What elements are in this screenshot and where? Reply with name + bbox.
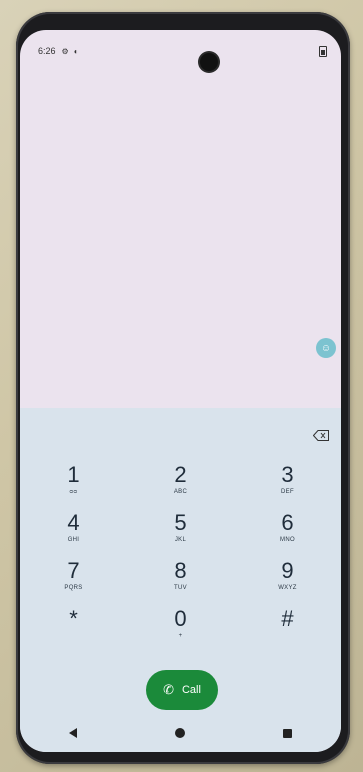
key-digit: 1 <box>67 462 80 487</box>
dialpad-key-6[interactable]: 6 MNO <box>234 511 341 551</box>
key-digit: 0 <box>174 606 187 631</box>
recents-icon[interactable] <box>283 728 292 738</box>
dialpad-key-8[interactable]: 8 TUV <box>127 559 234 599</box>
home-icon[interactable] <box>175 728 185 738</box>
dialpad-key-3[interactable]: 3 DEF <box>234 463 341 503</box>
key-digit: # <box>281 606 294 631</box>
navigation-bar <box>20 714 341 752</box>
key-letters: JKL <box>174 537 187 543</box>
dialpad-key-0[interactable]: 0 + <box>127 607 234 647</box>
dialpad-key-9[interactable]: 9 WXYZ <box>234 559 341 599</box>
key-letters: MNO <box>280 537 295 543</box>
screen: 6:26 ⚙ ◐ ☺ 1 ᴑᴑ 2 ABC 3 DEF 4 GHI 5 JKL … <box>20 30 341 752</box>
dialpad-grid: 1 ᴑᴑ 2 ABC 3 DEF 4 GHI 5 JKL 6 MNO 7 PQR… <box>20 463 341 647</box>
phone-icon: ✆ <box>163 682 174 697</box>
settings-icon: ⚙ <box>61 46 69 56</box>
key-letters: + <box>178 633 183 639</box>
front-camera <box>200 53 218 71</box>
dialer-content-area: ☺ <box>20 60 341 408</box>
dialpad-key-star[interactable]: * <box>20 607 127 647</box>
call-button[interactable]: ✆ Call <box>146 670 218 710</box>
key-letters: ABC <box>173 489 188 495</box>
key-letters: DEF <box>281 489 294 495</box>
key-letters: GHI <box>67 537 80 543</box>
call-label: Call <box>181 684 201 696</box>
notification-icon: ◐ <box>73 46 79 56</box>
voicemail-icon: ᴑᴑ <box>69 489 78 495</box>
battery-icon <box>319 45 327 57</box>
dialpad-key-5[interactable]: 5 JKL <box>127 511 234 551</box>
key-digit: 4 <box>67 510 80 535</box>
bubble-icon[interactable]: ☺ <box>316 338 336 358</box>
back-icon[interactable] <box>69 728 77 738</box>
key-letters: TUV <box>174 585 187 591</box>
dialpad-key-hash[interactable]: # <box>234 607 341 647</box>
dialpad-key-1[interactable]: 1 ᴑᴑ <box>20 463 127 503</box>
dialpad: 1 ᴑᴑ 2 ABC 3 DEF 4 GHI 5 JKL 6 MNO 7 PQR… <box>20 408 341 752</box>
key-digit: 9 <box>281 558 294 583</box>
dialpad-key-2[interactable]: 2 ABC <box>127 463 234 503</box>
key-digit: 5 <box>174 510 187 535</box>
backspace-icon[interactable] <box>313 430 329 441</box>
key-letters: WXYZ <box>278 585 297 591</box>
key-digit: 6 <box>281 510 294 535</box>
key-digit: 8 <box>174 558 187 583</box>
status-bar: 6:26 ⚙ ◐ <box>38 44 327 58</box>
dialpad-key-4[interactable]: 4 GHI <box>20 511 127 551</box>
key-digit: 2 <box>174 462 187 487</box>
key-digit: 7 <box>67 558 80 583</box>
key-digit: 3 <box>281 462 294 487</box>
key-digit: * <box>69 606 78 631</box>
key-letters: PQRS <box>64 585 83 591</box>
status-time: 6:26 <box>38 46 56 56</box>
dialpad-key-7[interactable]: 7 PQRS <box>20 559 127 599</box>
